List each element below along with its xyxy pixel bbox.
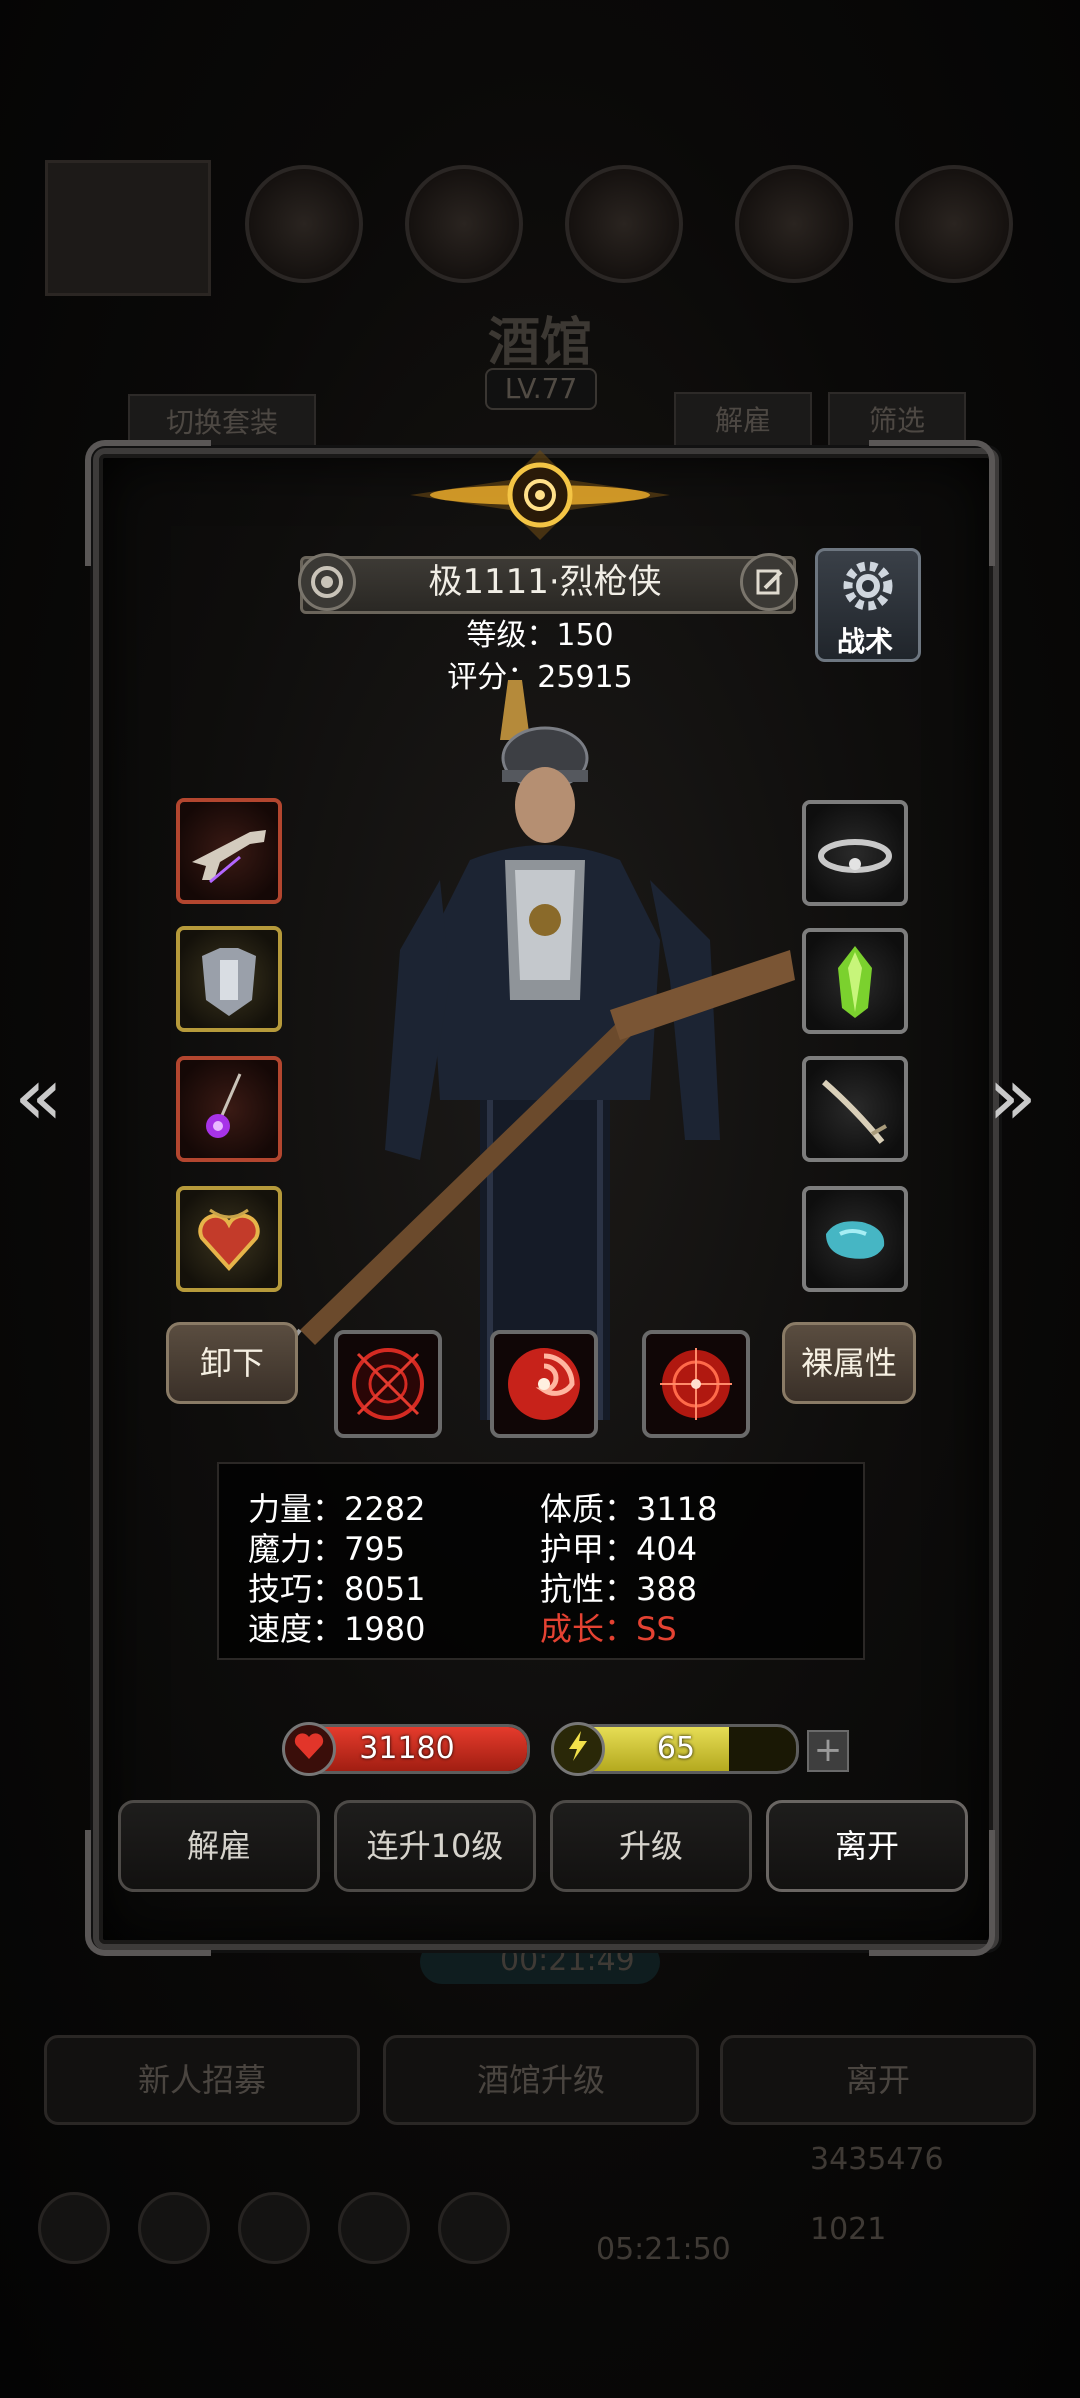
bg-bottom-icon-3: [238, 2192, 310, 2264]
equip-slot-necklace[interactable]: [176, 1056, 282, 1162]
rename-icon[interactable]: [740, 553, 798, 611]
gold-amount: 3435476: [810, 2142, 944, 2177]
gem-amount: 1021: [810, 2212, 887, 2247]
base-attributes-button[interactable]: 裸属性: [782, 1322, 916, 1404]
gear-icon: [843, 561, 893, 611]
rank-emblem-icon: [410, 450, 670, 540]
dismiss-hero-button[interactable]: 解雇: [118, 1800, 320, 1892]
equip-slot-offhand[interactable]: [802, 928, 908, 1034]
equip-slot-armor[interactable]: [176, 926, 282, 1032]
equip-slot-blade[interactable]: [802, 1056, 908, 1162]
circlet-icon: [818, 839, 892, 873]
level-up-10-button[interactable]: 连升10级: [334, 1800, 536, 1892]
skill-slot-1[interactable]: [334, 1330, 442, 1438]
prev-hero-arrow-icon[interactable]: «: [14, 1050, 63, 1143]
hero-name: 极1111·烈枪侠: [428, 562, 662, 602]
bg-leave-button: 离开: [720, 2035, 1036, 2125]
tavern-level: LV.77: [485, 368, 597, 410]
skill-slot-3[interactable]: [642, 1330, 750, 1438]
equip-slot-weapon[interactable]: [176, 798, 282, 904]
background-avatar: [45, 160, 211, 296]
bg-menu-icon-1: [245, 165, 363, 283]
green-crystal-icon: [838, 946, 872, 1018]
lightning-icon: [551, 1722, 605, 1776]
armor-icon: [202, 948, 256, 1016]
equip-slot-head[interactable]: [802, 800, 908, 906]
tactics-label: 战术: [836, 625, 893, 658]
bg-menu-icon-2: [405, 165, 523, 283]
crosshair-skill-icon: [352, 1348, 424, 1420]
tavern-title: 酒馆: [487, 312, 592, 373]
amulet-icon: [206, 1073, 242, 1138]
bg-countdown: 05:21:50: [596, 2232, 731, 2267]
bg-menu-icon-4: [735, 165, 853, 283]
bg-bottom-icon-1: [38, 2192, 110, 2264]
unequip-button[interactable]: 卸下: [166, 1322, 298, 1404]
level-up-button[interactable]: 升级: [550, 1800, 752, 1892]
equip-slot-gem[interactable]: [802, 1186, 908, 1292]
sabre-icon: [822, 1079, 887, 1144]
frame-corner-tl: [85, 440, 211, 566]
bg-bottom-icon-5: [438, 2192, 510, 2264]
add-energy-button[interactable]: +: [807, 1730, 849, 1772]
bg-menu-icon-3: [565, 165, 683, 283]
vortex-skill-icon: [508, 1348, 580, 1420]
target-skill-icon: [660, 1348, 732, 1420]
equip-slot-accessory[interactable]: [176, 1186, 282, 1292]
tavern-upgrade-button: 酒馆升级: [383, 2035, 699, 2125]
skill-slot-2[interactable]: [490, 1330, 598, 1438]
bg-menu-icon-5: [895, 165, 1013, 283]
turquoise-stone-icon: [826, 1221, 885, 1259]
leave-button[interactable]: 离开: [766, 1800, 968, 1892]
stat-growth: 成长：SS: [540, 1610, 677, 1648]
next-hero-arrow-icon[interactable]: »: [988, 1050, 1037, 1143]
heart-locket-icon: [198, 1208, 260, 1271]
bg-bottom-icon-4: [338, 2192, 410, 2264]
bg-bottom-icon-2: [138, 2192, 210, 2264]
heart-icon: [282, 1722, 336, 1776]
flintlock-pistol-icon: [192, 830, 266, 884]
bg-dismiss-button: 解雇: [674, 392, 812, 450]
stat-speed: 速度：1980: [248, 1610, 426, 1648]
recruit-button: 新人招募: [44, 2035, 360, 2125]
